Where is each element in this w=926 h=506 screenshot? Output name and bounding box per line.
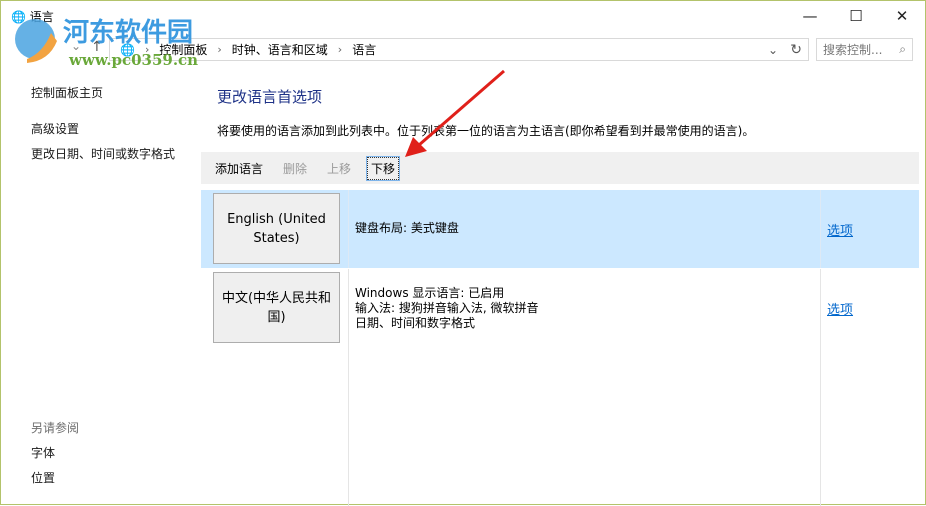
annotation-arrow	[405, 69, 505, 157]
